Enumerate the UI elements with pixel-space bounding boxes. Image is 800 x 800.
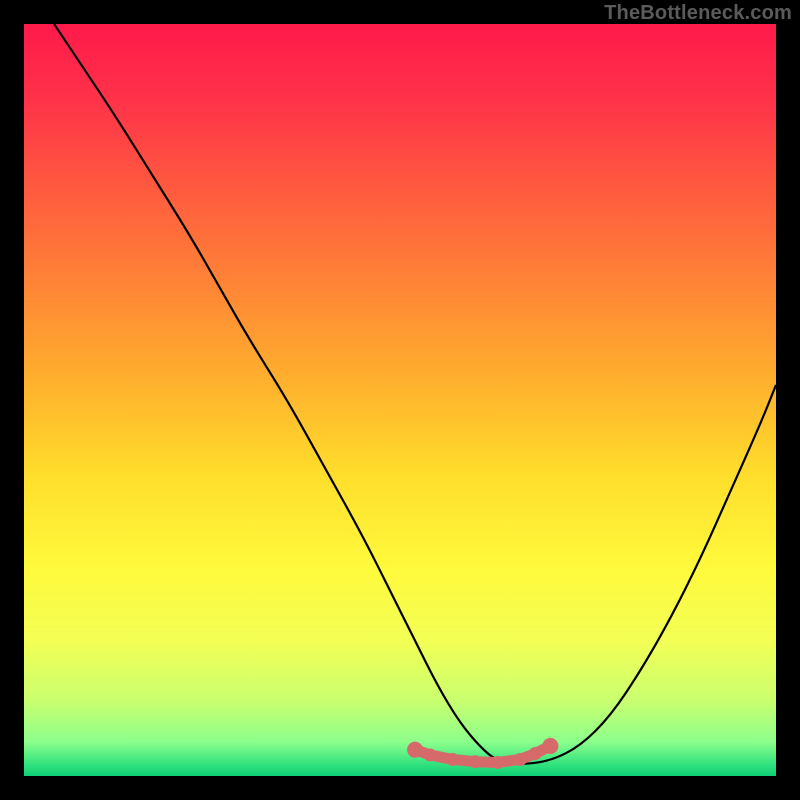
marker-dot <box>529 747 542 760</box>
chart-frame: TheBottleneck.com <box>0 0 800 800</box>
marker-dot <box>407 742 423 758</box>
marker-dot <box>514 753 527 766</box>
marker-dot <box>424 748 437 761</box>
plot-area <box>24 24 776 776</box>
marker-dot <box>469 755 482 768</box>
marker-dot <box>491 756 504 769</box>
gradient-background <box>24 24 776 776</box>
chart-svg <box>24 24 776 776</box>
marker-dot <box>446 753 459 766</box>
marker-dot <box>542 738 558 754</box>
watermark-text: TheBottleneck.com <box>604 2 792 25</box>
